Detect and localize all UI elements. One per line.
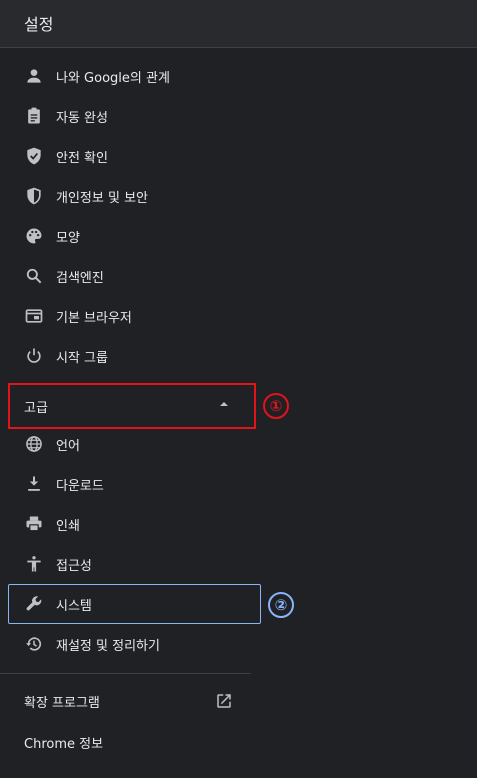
menu-item-reset-cleanup[interactable]: 재설정 및 정리하기: [0, 624, 250, 664]
menu-divider: [0, 673, 251, 674]
menu-item-you-and-google[interactable]: 나와 Google의 관계: [0, 56, 250, 96]
menu-item-label: 검색엔진: [56, 271, 104, 286]
menu-item-search-engine[interactable]: 검색엔진: [0, 256, 250, 296]
callout-marker-1: ①: [263, 393, 289, 419]
browser-window-icon: [24, 306, 44, 326]
extensions-link[interactable]: 확장 프로그램: [24, 692, 100, 711]
globe-icon: [24, 434, 44, 454]
menu-item-label: 시작 그룹: [56, 351, 108, 366]
menu-item-label: 재설정 및 정리하기: [56, 639, 160, 654]
menu-item-label: 시스템: [56, 599, 92, 614]
menu-item-label: 자동 완성: [56, 111, 108, 126]
clipboard-icon: [24, 106, 44, 126]
menu-item-label: 접근성: [56, 559, 92, 574]
menu-item-system[interactable]: 시스템: [0, 584, 250, 624]
menu-item-label: 다운로드: [56, 479, 104, 494]
menu-item-label: 나와 Google의 관계: [56, 71, 170, 86]
search-icon: [24, 266, 44, 286]
history-icon: [24, 634, 44, 654]
menu-item-label: 언어: [56, 439, 80, 454]
menu-item-safety-check[interactable]: 안전 확인: [0, 136, 250, 176]
menu-item-languages[interactable]: 언어: [0, 424, 250, 464]
menu-item-downloads[interactable]: 다운로드: [0, 464, 250, 504]
menu-item-default-browser[interactable]: 기본 브라우저: [0, 296, 250, 336]
printer-icon: [24, 514, 44, 534]
page-title: 설정: [24, 15, 54, 34]
chevron-up-icon: [220, 402, 228, 406]
menu-item-autofill[interactable]: 자동 완성: [0, 96, 250, 136]
open-external-icon[interactable]: [215, 692, 233, 710]
menu-item-accessibility[interactable]: 접근성: [0, 544, 250, 584]
person-icon: [24, 66, 44, 86]
menu-item-printing[interactable]: 인쇄: [0, 504, 250, 544]
menu-item-label: 안전 확인: [56, 151, 108, 166]
callout-marker-2: ②: [268, 592, 294, 618]
shield-half-icon: [24, 186, 44, 206]
menu-item-privacy-security[interactable]: 개인정보 및 보안: [0, 176, 250, 216]
menu-item-label: 기본 브라우저: [56, 311, 132, 326]
power-icon: [24, 346, 44, 366]
menu-item-appearance[interactable]: 모양: [0, 216, 250, 256]
wrench-icon: [24, 594, 44, 614]
menu-item-label: 개인정보 및 보안: [56, 191, 148, 206]
menu-item-label: 인쇄: [56, 519, 80, 534]
advanced-label: 고급: [24, 401, 48, 416]
accessibility-icon: [24, 554, 44, 574]
menu-item-on-startup[interactable]: 시작 그룹: [0, 336, 250, 376]
palette-icon: [24, 226, 44, 246]
settings-header: 설정: [0, 0, 477, 48]
download-icon: [24, 474, 44, 494]
shield-check-icon: [24, 146, 44, 166]
about-chrome-link[interactable]: Chrome 정보: [24, 733, 103, 752]
menu-item-label: 모양: [56, 231, 80, 246]
advanced-section-toggle[interactable]: 고급: [8, 383, 256, 429]
